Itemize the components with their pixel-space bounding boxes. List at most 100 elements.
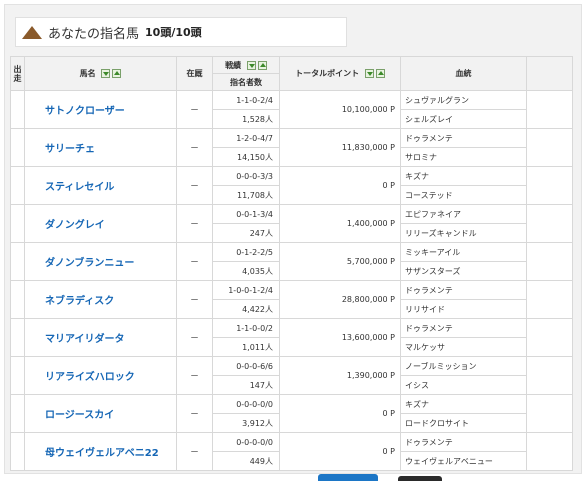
horse-name-link[interactable]: ダノングレイ	[45, 220, 105, 231]
horse-count: 10頭/10頭	[145, 26, 202, 39]
horse-name-link[interactable]: ダノンブランニュー	[45, 258, 134, 269]
horse-name-cell: ロージースカイ	[24, 394, 177, 433]
nominators-cell: 247人	[212, 223, 280, 243]
sort-asc-icon[interactable]	[257, 60, 267, 70]
dam-cell: イシス	[400, 375, 527, 395]
sort-asc-icon[interactable]	[375, 69, 385, 78]
table-row: ダノンブランニュー － 0-1-2-2/5 5,700,000 P ミッキーアイル	[10, 242, 573, 281]
nominators-cell: 449人	[212, 451, 280, 471]
table-row: サリーチェ － 1-2-0-4/7 11,830,000 P ドゥラメンテ	[10, 128, 573, 167]
sire-cell: シュヴァルグラン	[400, 90, 527, 110]
nominators-cell: 4,422人	[212, 299, 280, 319]
points-cell: 13,600,000 P	[279, 318, 401, 357]
extra-cell	[526, 432, 573, 471]
record-header: 戦績	[212, 56, 280, 74]
record-cell: 0-1-2-2/5	[212, 242, 280, 262]
dam-cell: ロードクロサイト	[400, 413, 527, 433]
dam-cell: サザンスターズ	[400, 261, 527, 281]
sort-asc-icon[interactable]	[112, 69, 122, 78]
stable-cell: －	[176, 204, 213, 243]
sort-desc-icon[interactable]	[246, 60, 256, 70]
start-cell	[10, 280, 25, 319]
horse-head-icon	[22, 25, 42, 39]
extra-cell	[526, 356, 573, 395]
points-cell: 0 P	[279, 166, 401, 205]
horse-name-cell: スティレセイル	[24, 166, 177, 205]
horse-name-link[interactable]: 母ウェイヴェルアベニ22	[45, 448, 159, 459]
dam-cell: リリーズキャンドル	[400, 223, 527, 243]
points-cell: 10,100,000 P	[279, 90, 401, 129]
stable-cell: －	[176, 356, 213, 395]
horse-name-cell: サリーチェ	[24, 128, 177, 167]
stable-header: 在厩	[176, 56, 213, 91]
extra-cell	[526, 394, 573, 433]
horse-name-link[interactable]: サトノクローザー	[45, 106, 125, 117]
points-cell: 0 P	[279, 432, 401, 471]
horse-name-cell: ダノングレイ	[24, 204, 177, 243]
nominators-cell: 1,011人	[212, 337, 280, 357]
start-cell	[10, 318, 25, 357]
points-cell: 1,390,000 P	[279, 356, 401, 395]
horse-name-link[interactable]: リアライズハロック	[45, 372, 135, 383]
extra-cell	[526, 90, 573, 129]
sort-desc-icon[interactable]	[364, 69, 374, 78]
record-cell: 0-0-1-3/4	[212, 204, 280, 224]
dam-cell: ウェイヴェルアベニュー	[400, 451, 527, 471]
horse-name-link[interactable]: ネブラディスク	[45, 296, 114, 307]
record-cell: 0-0-0-0/0	[212, 432, 280, 452]
start-cell	[10, 242, 25, 281]
stable-cell: －	[176, 280, 213, 319]
sire-cell: ミッキーアイル	[400, 242, 527, 262]
primary-button[interactable]	[318, 474, 378, 481]
horses-table: 出走 馬名 在厩 戦績 トータルポイント 血統 指名者数 サトノクローザー － …	[10, 56, 573, 471]
table-row: ダノングレイ － 0-0-1-3/4 1,400,000 P エピファネイア	[10, 204, 573, 243]
stable-cell: －	[176, 394, 213, 433]
start-cell	[10, 394, 25, 433]
start-cell	[10, 356, 25, 395]
horse-name-cell: ダノンブランニュー	[24, 242, 177, 281]
extra-cell	[526, 128, 573, 167]
record-cell: 1-1-0-2/4	[212, 90, 280, 110]
nominators-cell: 147人	[212, 375, 280, 395]
points-cell: 0 P	[279, 394, 401, 433]
record-cell: 0-0-0-6/6	[212, 356, 280, 376]
record-cell: 1-1-0-0/2	[212, 318, 280, 338]
record-cell: 1-2-0-4/7	[212, 128, 280, 148]
page-title: あなたの指名馬	[48, 26, 140, 42]
sire-cell: キズナ	[400, 394, 527, 414]
nominators-cell: 11,708人	[212, 185, 280, 205]
table-row: マリアイリダータ － 1-1-0-0/2 13,600,000 P ドゥラメンテ	[10, 318, 573, 357]
horse-name-link[interactable]: ロージースカイ	[45, 410, 114, 421]
record-cell: 1-0-0-1-2/4	[212, 280, 280, 300]
horse-name-link[interactable]: スティレセイル	[45, 182, 114, 193]
sire-cell: ドゥラメンテ	[400, 318, 527, 338]
sire-cell: キズナ	[400, 166, 527, 186]
dam-cell: リリサイド	[400, 299, 527, 319]
start-cell	[10, 90, 25, 129]
sire-cell: エピファネイア	[400, 204, 527, 224]
dam-cell: シェルズレイ	[400, 109, 527, 129]
nominators-cell: 14,150人	[212, 147, 280, 167]
table-row: ネブラディスク － 1-0-0-1-2/4 28,800,000 P ドゥラメンテ	[10, 280, 573, 319]
start-cell	[10, 432, 25, 471]
table-row: リアライズハロック － 0-0-0-6/6 1,390,000 P ノーブルミッション	[10, 356, 573, 395]
table-row: サトノクローザー － 1-1-0-2/4 10,100,000 P シュヴァルグラン	[10, 90, 573, 129]
name-header: 馬名	[24, 56, 177, 91]
table-row: 母ウェイヴェルアベニ22 － 0-0-0-0/0 0 P ドゥラメンテ	[10, 432, 573, 471]
horse-name-cell: サトノクローザー	[24, 90, 177, 129]
extra-cell	[526, 318, 573, 357]
stable-cell: －	[176, 128, 213, 167]
horse-name-link[interactable]: マリアイリダータ	[45, 334, 125, 345]
sire-cell: ドゥラメンテ	[400, 432, 527, 452]
stable-cell: －	[176, 432, 213, 471]
bloodline-header: 血統	[400, 56, 527, 91]
horse-name-link[interactable]: サリーチェ	[45, 144, 95, 155]
stable-cell: －	[176, 90, 213, 129]
points-cell: 1,400,000 P	[279, 204, 401, 243]
points-cell: 11,830,000 P	[279, 128, 401, 167]
secondary-button[interactable]	[398, 476, 442, 481]
start-cell	[10, 204, 25, 243]
sire-cell: ノーブルミッション	[400, 356, 527, 376]
sort-desc-icon[interactable]	[101, 69, 111, 78]
record-cell: 0-0-0-3/3	[212, 166, 280, 186]
